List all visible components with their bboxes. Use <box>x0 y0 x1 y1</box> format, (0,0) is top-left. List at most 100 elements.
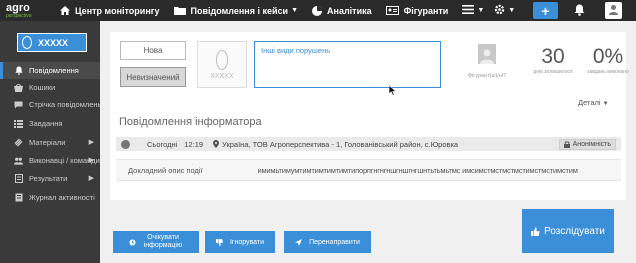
results-icon <box>14 174 23 183</box>
nav-figurants[interactable]: Фігуранти <box>385 0 449 21</box>
chevron-right-icon: ▶ <box>88 175 94 182</box>
person-placeholder-icon <box>478 44 496 64</box>
sidebar-item-label: Стрічка повідомлень <box>29 100 102 109</box>
anonymity-label: Анонімність <box>572 140 611 148</box>
nav-analytics-label: Аналітика <box>327 5 372 16</box>
logo[interactable]: agro perspectiva <box>0 0 46 21</box>
sidebar-item-executors[interactable]: Виконавці / команди ▶ <box>0 152 100 169</box>
anonymity-badge: Анонімність <box>558 138 616 150</box>
org-seal-icon <box>22 36 32 49</box>
await-info-label: Очікувати інформацію <box>143 234 183 249</box>
message-location: Україна, ТОВ Агроперспектива - 1, Голова… <box>213 140 458 149</box>
nav-monitoring-label: Центр моніторингу <box>75 5 160 16</box>
sidebar-item-tasks[interactable]: Завдання <box>0 115 100 132</box>
message-time: 12:19 <box>184 139 204 149</box>
thumbs-up-icon <box>531 227 540 236</box>
org-name: XXXXX <box>38 37 69 48</box>
report-header-card: Нова Невизначений XXXXX Інші види поруше… <box>110 32 629 112</box>
investigate-button[interactable]: Розслідувати <box>522 209 614 253</box>
chevron-right-icon: ▶ <box>88 157 94 164</box>
sidebar-item-label: Журнал активності <box>29 193 95 202</box>
main-content: Нова Невизначений XXXXX Інші види поруше… <box>100 21 636 263</box>
details-label: Деталі <box>578 98 601 107</box>
informer-block[interactable]: Фігурант(ы)/ні? <box>463 44 511 79</box>
nav-figurants-label: Фігуранти <box>403 5 449 16</box>
tasks-done-value: 0% <box>592 45 624 68</box>
description-label: Докладний опис події <box>128 165 203 175</box>
sidebar-item-results[interactable]: Результати ▶ <box>0 170 100 187</box>
add-button[interactable]: + <box>533 2 558 19</box>
chevron-right-icon: ▶ <box>88 139 94 146</box>
tasks-done-stat: 0% завдань виконано <box>583 46 633 76</box>
description-row: Докладний опис події имимьтимумтимтимтим… <box>116 159 621 181</box>
description-value: имимьтимумтимтимтимтимтипорпгнгнгншгншгн… <box>257 165 578 175</box>
tasks-icon <box>14 119 23 128</box>
bell-icon <box>574 4 585 18</box>
days-left-value: 30 <box>541 45 565 68</box>
informer-label: Фігурант(ы)/ні? <box>467 73 507 79</box>
top-navbar: agro perspectiva Центр моніторингу Повід… <box>0 0 636 21</box>
user-icon <box>608 4 619 17</box>
globe-icon <box>121 139 130 149</box>
message-date: Сьогодні <box>147 139 178 149</box>
details-toggle[interactable]: Деталі ▼ <box>578 98 609 107</box>
notifications-button[interactable] <box>571 2 587 19</box>
location-text: Україна, ТОВ Агроперспектива - 1, Голова… <box>222 139 459 149</box>
days-left-stat: 30 днів залишилося <box>528 46 578 76</box>
user-avatar[interactable] <box>605 2 622 19</box>
gear-icon <box>494 4 505 17</box>
status-undefined-button[interactable]: Невизначений <box>120 67 186 87</box>
journal-icon <box>14 193 23 202</box>
sidebar-item-messages[interactable]: Повідомлення <box>0 62 100 79</box>
chevron-down-icon: ▼ <box>602 101 609 107</box>
informer-message-card: Повідомлення інформатора Сьогодні 12:19 … <box>110 108 626 200</box>
sidebar-item-feed[interactable]: Стрічка повідомлень <box>0 96 102 113</box>
sidebar-item-label: Повідомлення <box>29 66 79 75</box>
redirect-label: Перенаправити <box>309 238 360 246</box>
org-selector[interactable]: XXXXX <box>17 33 87 52</box>
chevron-down-icon: ▼ <box>291 7 299 14</box>
sidebar: XXXXX Повідомлення Кошики Стрічка повідо… <box>0 21 102 263</box>
investigate-label: Розслідувати <box>544 225 605 237</box>
status-new-button[interactable]: Нова <box>120 41 186 60</box>
lock-icon <box>563 140 570 148</box>
nav-monitoring[interactable]: Центр моніторингу <box>60 0 160 21</box>
days-left-label: днів залишилося <box>533 69 573 75</box>
sidebar-item-baskets[interactable]: Кошики <box>0 79 100 96</box>
plane-icon <box>295 238 303 246</box>
redirect-button[interactable]: Перенаправити <box>284 231 371 253</box>
sidebar-item-materials[interactable]: Матеріали ▶ <box>0 134 100 151</box>
nav-messages-label: Повідомлення і кейси <box>190 5 289 16</box>
await-info-button[interactable]: Очікувати інформацію <box>113 231 199 253</box>
menu-icon <box>462 5 475 16</box>
org-seal-icon <box>216 49 228 70</box>
logo-text: agro <box>6 1 30 14</box>
sidebar-item-journal[interactable]: Журнал активності <box>0 189 100 206</box>
thumbs-down-icon <box>215 238 223 246</box>
section-title: Повідомлення інформатора <box>119 116 262 128</box>
sidebar-item-label: Кошики <box>29 83 56 92</box>
logo-subtext: perspectiva <box>6 12 32 19</box>
org-thumbnail-text: XXXXX <box>210 72 234 80</box>
chevron-down-icon: ▼ <box>477 7 485 14</box>
home-icon <box>60 6 70 15</box>
settings-button[interactable]: ▼ <box>494 0 515 21</box>
tasks-done-label: завдань виконано <box>587 69 629 75</box>
id-card-icon <box>385 6 399 15</box>
nav-analytics[interactable]: Аналітика <box>312 0 372 21</box>
mouse-cursor-icon <box>388 84 397 98</box>
pie-chart-icon <box>312 5 323 16</box>
ignore-button[interactable]: Ігнорувати <box>205 231 275 253</box>
users-icon <box>14 156 23 165</box>
bell-icon <box>14 66 23 75</box>
nav-messages[interactable]: Повідомлення і кейси ▼ <box>173 0 299 21</box>
plus-icon: + <box>541 2 550 19</box>
violation-type-field[interactable]: Інші види порушень <box>254 41 441 88</box>
sidebar-item-label: Завдання <box>29 119 63 128</box>
clock-icon <box>129 239 136 246</box>
feed-icon <box>14 100 23 109</box>
menu-button[interactable]: ▼ <box>462 0 484 21</box>
chevron-down-icon: ▼ <box>508 7 516 14</box>
map-marker-icon <box>213 140 220 148</box>
materials-icon <box>14 138 23 147</box>
